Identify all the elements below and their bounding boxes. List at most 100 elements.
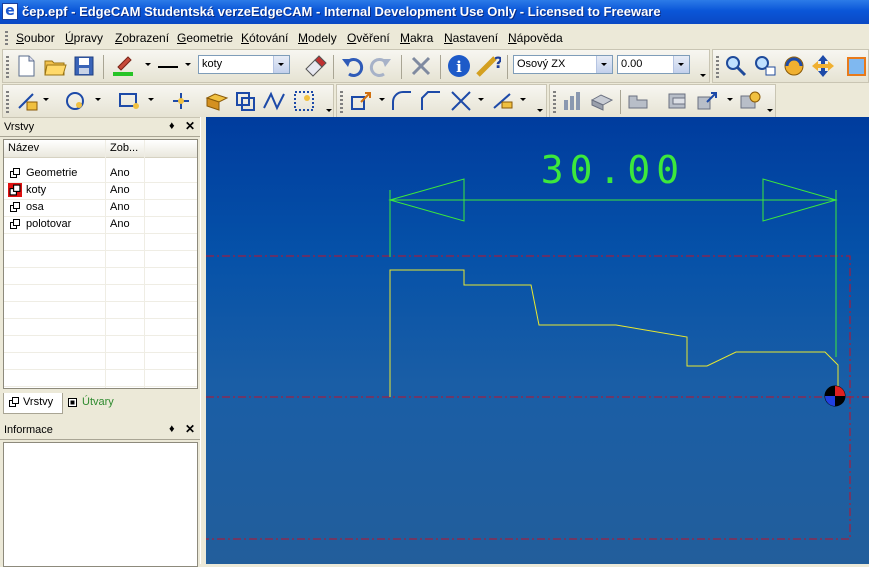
toolbar-grip[interactable] — [340, 91, 343, 113]
color-dropdown-icon[interactable] — [145, 63, 151, 66]
menu-nastaveni[interactable]: Nastavení — [444, 31, 498, 45]
close-icon[interactable]: ✕ — [185, 422, 195, 436]
new-file-icon[interactable] — [13, 53, 39, 79]
line-tool-icon[interactable] — [15, 88, 41, 114]
menu-overeni[interactable]: Ověření — [347, 31, 390, 45]
viewport-drawing: 30.00 — [206, 148, 869, 540]
layer-combo[interactable]: koty — [198, 55, 290, 74]
circle-tool-dropdown-icon[interactable] — [95, 98, 101, 101]
transform-tool-icon[interactable] — [349, 88, 375, 114]
open-folder-icon[interactable] — [42, 53, 68, 79]
menu-zobrazeni[interactable]: Zobrazení — [115, 31, 169, 45]
view-combo-dropdown-icon[interactable] — [596, 56, 612, 73]
menu-kotovani[interactable]: Kótování — [241, 31, 288, 45]
solid-model-icon[interactable] — [589, 88, 615, 114]
menu-napoveda[interactable]: Nápověda — [508, 31, 563, 45]
empty-row — [4, 233, 197, 251]
menu-bar: Soubor Úpravy Zobrazení Geometrie Kótová… — [0, 27, 869, 49]
layer-visible[interactable]: Ano — [110, 184, 130, 196]
value-combo-dropdown-icon[interactable] — [673, 56, 689, 73]
solid-tool-icon[interactable] — [204, 88, 230, 114]
point-tool-icon[interactable] — [168, 88, 194, 114]
fillet-tool-icon[interactable] — [389, 88, 415, 114]
trim-tool-icon[interactable] — [448, 88, 474, 114]
tab-layers[interactable]: Vrstvy — [3, 393, 63, 414]
graphics-viewport[interactable]: 30.00 — [206, 117, 869, 564]
chamfer-tool-icon[interactable] — [418, 88, 444, 114]
spline-tool-icon[interactable] — [291, 88, 317, 114]
rectangle-tool-dropdown-icon[interactable] — [148, 98, 154, 101]
layer-row[interactable]: osa Ano — [4, 199, 197, 217]
fixture-model-icon[interactable] — [737, 88, 763, 114]
pin-icon[interactable]: ♦ — [169, 120, 175, 132]
shape-icon — [68, 398, 77, 407]
empty-row — [4, 284, 197, 302]
zoom-window-icon[interactable] — [723, 53, 749, 79]
menu-grip[interactable] — [5, 31, 8, 45]
undo-icon[interactable] — [339, 53, 365, 79]
color-picker-icon[interactable] — [110, 53, 136, 79]
eraser-icon[interactable] — [301, 53, 327, 79]
redo-icon[interactable] — [368, 53, 394, 79]
panel-tabs: Vrstvy Útvary — [0, 393, 200, 415]
view-combo[interactable]: Osový ZX — [513, 55, 613, 74]
app-icon[interactable]: e — [2, 3, 18, 20]
move-model-icon[interactable] — [695, 88, 721, 114]
zoom-pan-icon[interactable] — [752, 53, 778, 79]
measure-help-icon[interactable]: ? — [475, 53, 503, 79]
trim-dropdown-icon[interactable] — [478, 98, 484, 101]
column-header-name[interactable]: Název — [8, 142, 39, 154]
layer-visible[interactable]: Ano — [110, 167, 130, 179]
chart-model-icon[interactable] — [560, 88, 586, 114]
origin-marker — [824, 385, 846, 407]
line-tool-dropdown-icon[interactable] — [43, 98, 49, 101]
close-icon[interactable]: ✕ — [185, 119, 195, 133]
toolbar-options-icon[interactable] — [767, 109, 773, 112]
move-model-dropdown-icon[interactable] — [727, 98, 733, 101]
extend-tool-icon[interactable] — [490, 88, 516, 114]
shaded-view-icon[interactable] — [843, 53, 869, 79]
layer-row[interactable]: Geometrie Ano — [4, 165, 197, 183]
layer-row[interactable]: polotovar Ano — [4, 216, 197, 234]
stock-model-icon[interactable] — [665, 88, 691, 114]
save-icon[interactable] — [71, 53, 97, 79]
transform-dropdown-icon[interactable] — [379, 98, 385, 101]
rotate-view-icon[interactable] — [781, 53, 807, 79]
extend-dropdown-icon[interactable] — [520, 98, 526, 101]
line-style-dropdown-icon[interactable] — [185, 63, 191, 66]
menu-modely[interactable]: Modely — [298, 31, 337, 45]
toolbar-grip[interactable] — [6, 91, 9, 113]
layer-visible[interactable]: Ano — [110, 218, 130, 230]
layers-panel: Vrstvy ♦ ✕ Název Zob... Geometrie Ano ko… — [0, 118, 200, 417]
feature-model-icon[interactable] — [626, 88, 652, 114]
column-header-visible[interactable]: Zob... — [110, 142, 138, 154]
toolbar-options-icon[interactable] — [700, 74, 706, 77]
standard-toolbar: koty i ? Osový ZX 0.00 — [2, 49, 710, 83]
menu-upravy[interactable]: Úpravy — [65, 31, 103, 45]
menu-makra[interactable]: Makra — [400, 31, 433, 45]
svg-text:?: ? — [494, 53, 501, 72]
toolbar-grip[interactable] — [6, 56, 9, 78]
tab-shapes[interactable]: Útvary — [63, 393, 125, 413]
layer-combo-dropdown-icon[interactable] — [273, 56, 289, 73]
toolbar-options-icon[interactable] — [537, 109, 543, 112]
menu-geometrie[interactable]: Geometrie — [177, 31, 233, 45]
toolbar-grip[interactable] — [716, 56, 719, 78]
menu-soubor[interactable]: Soubor — [16, 31, 55, 45]
line-style-icon[interactable] — [155, 53, 181, 79]
pin-icon[interactable]: ♦ — [169, 423, 175, 435]
circle-tool-icon[interactable] — [63, 88, 89, 114]
offset-tool-icon[interactable] — [232, 88, 258, 114]
empty-row — [4, 352, 197, 370]
toolbar-options-icon[interactable] — [326, 109, 332, 112]
layer-icon — [10, 202, 20, 212]
pan-view-icon[interactable] — [810, 53, 836, 79]
polyline-tool-icon[interactable] — [261, 88, 287, 114]
info-icon[interactable]: i — [446, 53, 472, 79]
layer-visible[interactable]: Ano — [110, 201, 130, 213]
delete-icon[interactable] — [408, 53, 434, 79]
layer-row[interactable]: koty Ano — [4, 182, 197, 200]
toolbar-grip[interactable] — [553, 91, 556, 113]
value-combo[interactable]: 0.00 — [617, 55, 690, 74]
rectangle-tool-icon[interactable] — [116, 88, 142, 114]
